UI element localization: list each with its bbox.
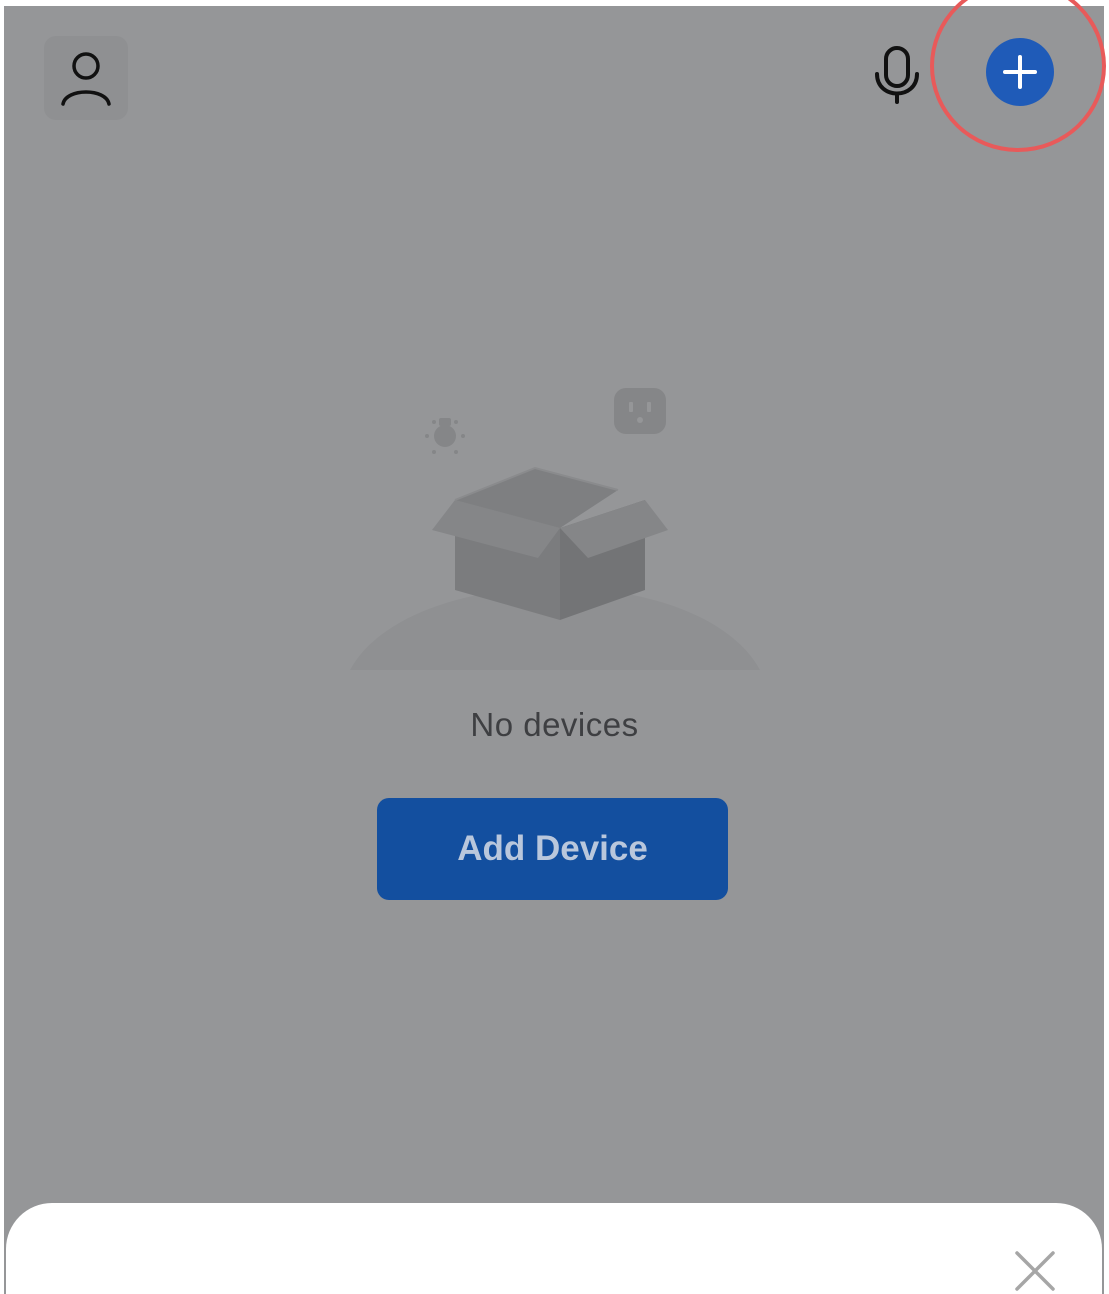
bottom-sheet — [6, 1203, 1102, 1294]
profile-button[interactable] — [44, 36, 128, 120]
empty-box-icon — [330, 380, 780, 680]
close-button[interactable] — [1010, 1246, 1060, 1294]
app-screen: No devices Add Device — [0, 0, 1109, 1294]
close-x-icon — [1015, 1251, 1055, 1291]
person-outline-icon — [61, 52, 111, 106]
plus-circle-icon — [1003, 55, 1037, 89]
add-button[interactable] — [986, 38, 1054, 106]
empty-state-message: No devices — [470, 706, 639, 743]
microphone-icon — [875, 46, 919, 104]
add-device-button[interactable]: Add Device — [377, 798, 728, 900]
voice-button[interactable] — [862, 40, 932, 110]
top-bar — [0, 0, 1109, 152]
